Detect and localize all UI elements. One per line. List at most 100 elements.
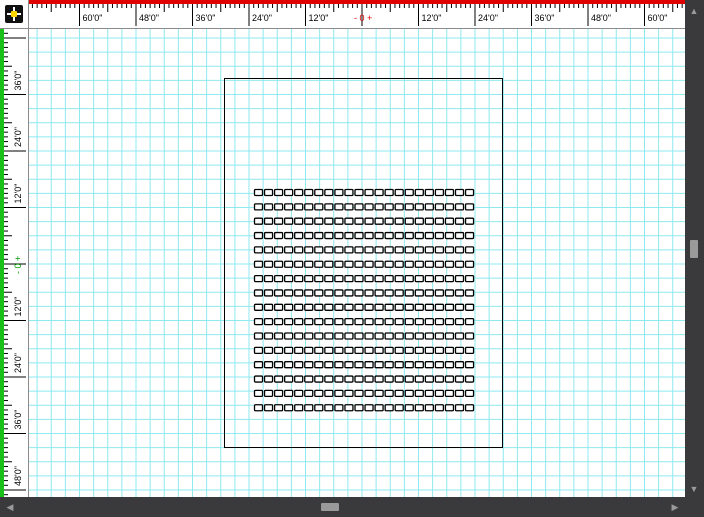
grid-cell[interactable] xyxy=(404,217,414,225)
grid-cell[interactable] xyxy=(314,217,324,225)
grid-cell[interactable] xyxy=(414,289,424,297)
grid-cell[interactable] xyxy=(434,389,445,398)
grid-cell[interactable] xyxy=(314,375,324,383)
grid-cell[interactable] xyxy=(404,332,414,340)
grid-cell[interactable] xyxy=(273,231,284,240)
ruler-origin-button[interactable] xyxy=(0,0,29,29)
grid-cell[interactable] xyxy=(414,361,424,369)
grid-cell[interactable] xyxy=(304,375,314,383)
grid-cell[interactable] xyxy=(394,203,404,211)
grid-cell[interactable] xyxy=(374,346,384,355)
grid-cell[interactable] xyxy=(304,346,314,355)
horizontal-scroll-thumb[interactable] xyxy=(321,503,339,511)
grid-cell[interactable] xyxy=(294,217,304,225)
grid-cell[interactable] xyxy=(304,274,314,283)
grid-cell[interactable] xyxy=(294,231,304,240)
grid-cell[interactable] xyxy=(424,317,435,326)
grid-cell[interactable] xyxy=(253,203,264,211)
grid-cell[interactable] xyxy=(364,289,374,297)
grid-cell[interactable] xyxy=(283,231,294,240)
grid-cell[interactable] xyxy=(324,389,334,398)
grid-cell[interactable] xyxy=(424,389,435,398)
grid-cell[interactable] xyxy=(354,203,364,211)
grid-cell[interactable] xyxy=(344,274,354,283)
grid-cell[interactable] xyxy=(404,274,414,283)
grid-cell[interactable] xyxy=(283,289,294,297)
grid-cell[interactable] xyxy=(253,375,264,383)
grid-cell[interactable] xyxy=(404,375,414,383)
grid-cell[interactable] xyxy=(283,375,294,383)
grid-cell[interactable] xyxy=(404,231,414,240)
grid-cell[interactable] xyxy=(434,231,445,240)
grid-cell[interactable] xyxy=(464,332,475,340)
grid-cell[interactable] xyxy=(444,389,455,398)
grid-cell[interactable] xyxy=(414,274,424,283)
grid-cell[interactable] xyxy=(394,332,404,340)
grid-cell[interactable] xyxy=(404,246,414,254)
grid-cell[interactable] xyxy=(314,246,324,254)
grid-cell[interactable] xyxy=(384,246,394,254)
grid-cell[interactable] xyxy=(444,361,455,369)
grid-cell[interactable] xyxy=(354,317,364,326)
grid-cell[interactable] xyxy=(454,274,465,283)
grid-cell[interactable] xyxy=(434,274,445,283)
grid-cell[interactable] xyxy=(263,188,274,197)
grid-cell[interactable] xyxy=(454,231,465,240)
grid-cell[interactable] xyxy=(283,274,294,283)
grid-cell[interactable] xyxy=(253,346,264,355)
grid-cell[interactable] xyxy=(434,404,445,412)
grid-cell[interactable] xyxy=(404,188,414,197)
grid-cell[interactable] xyxy=(454,188,465,197)
grid-cell[interactable] xyxy=(334,332,344,340)
grid-cell[interactable] xyxy=(263,260,274,268)
grid-cell[interactable] xyxy=(304,231,314,240)
grid-cell[interactable] xyxy=(304,389,314,398)
grid-cell[interactable] xyxy=(444,332,455,340)
grid-cell[interactable] xyxy=(364,217,374,225)
grid-cell[interactable] xyxy=(384,260,394,268)
grid-cell[interactable] xyxy=(283,260,294,268)
grid-cell[interactable] xyxy=(414,303,424,311)
grid-cell[interactable] xyxy=(424,332,435,340)
grid-cell[interactable] xyxy=(394,346,404,355)
grid-cell[interactable] xyxy=(394,289,404,297)
grid-cell[interactable] xyxy=(253,332,264,340)
grid-cell[interactable] xyxy=(294,346,304,355)
grid-cell[interactable] xyxy=(294,274,304,283)
grid-cell[interactable] xyxy=(374,260,384,268)
grid-cell[interactable] xyxy=(304,203,314,211)
grid-cell[interactable] xyxy=(464,289,475,297)
triangle-right-icon[interactable]: ▶ xyxy=(669,502,681,512)
grid-cell[interactable] xyxy=(414,188,424,197)
grid-cell[interactable] xyxy=(374,404,384,412)
grid-cell[interactable] xyxy=(273,217,284,225)
grid-cell[interactable] xyxy=(414,246,424,254)
grid-cell[interactable] xyxy=(263,246,274,254)
grid-cell[interactable] xyxy=(454,260,465,268)
grid-cell[interactable] xyxy=(314,274,324,283)
grid-cell[interactable] xyxy=(304,217,314,225)
grid-cell[interactable] xyxy=(464,389,475,398)
grid-cell[interactable] xyxy=(253,389,264,398)
grid-cell[interactable] xyxy=(283,317,294,326)
grid-cell[interactable] xyxy=(394,188,404,197)
grid-cell[interactable] xyxy=(384,375,394,383)
grid-cell[interactable] xyxy=(364,260,374,268)
grid-cell[interactable] xyxy=(364,303,374,311)
drawing-canvas[interactable] xyxy=(29,29,685,497)
grid-cell[interactable] xyxy=(253,303,264,311)
grid-cell[interactable] xyxy=(424,260,435,268)
grid-cell[interactable] xyxy=(324,188,334,197)
grid-cell[interactable] xyxy=(324,260,334,268)
grid-cell[interactable] xyxy=(324,404,334,412)
grid-cell[interactable] xyxy=(374,389,384,398)
grid-cell[interactable] xyxy=(354,375,364,383)
grid-cell[interactable] xyxy=(424,203,435,211)
grid-cell[interactable] xyxy=(253,274,264,283)
grid-cell[interactable] xyxy=(263,361,274,369)
grid-cell[interactable] xyxy=(464,188,475,197)
grid-cell[interactable] xyxy=(394,389,404,398)
grid-cell[interactable] xyxy=(444,274,455,283)
grid-cell[interactable] xyxy=(394,217,404,225)
grid-cell[interactable] xyxy=(263,303,274,311)
